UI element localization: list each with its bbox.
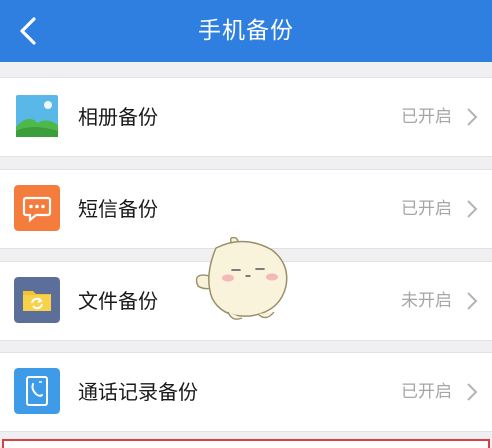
chevron-right-icon: [466, 291, 478, 311]
status-text: 未开启: [401, 291, 452, 311]
item-label: 短信备份: [78, 197, 158, 221]
chevron-right-icon: [466, 199, 478, 219]
mascot-sticker: [188, 232, 300, 324]
item-label: 文件备份: [78, 289, 158, 313]
item-label: 通话记录备份: [78, 380, 198, 404]
status-text: 已开启: [401, 107, 452, 127]
call-log-icon: [14, 368, 60, 414]
photo-icon: [14, 93, 60, 139]
folder-sync-icon: [14, 277, 60, 323]
chevron-right-icon: [466, 382, 478, 402]
page-title: 手机备份: [198, 18, 294, 44]
list-item-call-log-backup[interactable]: 通话记录备份 已开启: [0, 352, 492, 432]
list-item-album-backup[interactable]: 相册备份 已开启: [0, 77, 492, 157]
next-item-highlight: [2, 439, 490, 448]
status-text: 已开启: [401, 199, 452, 219]
item-label: 相册备份: [78, 105, 158, 129]
chevron-right-icon: [466, 107, 478, 127]
status-text: 已开启: [401, 382, 452, 402]
message-icon: [14, 185, 60, 231]
header-bar: 手机备份: [0, 0, 492, 62]
